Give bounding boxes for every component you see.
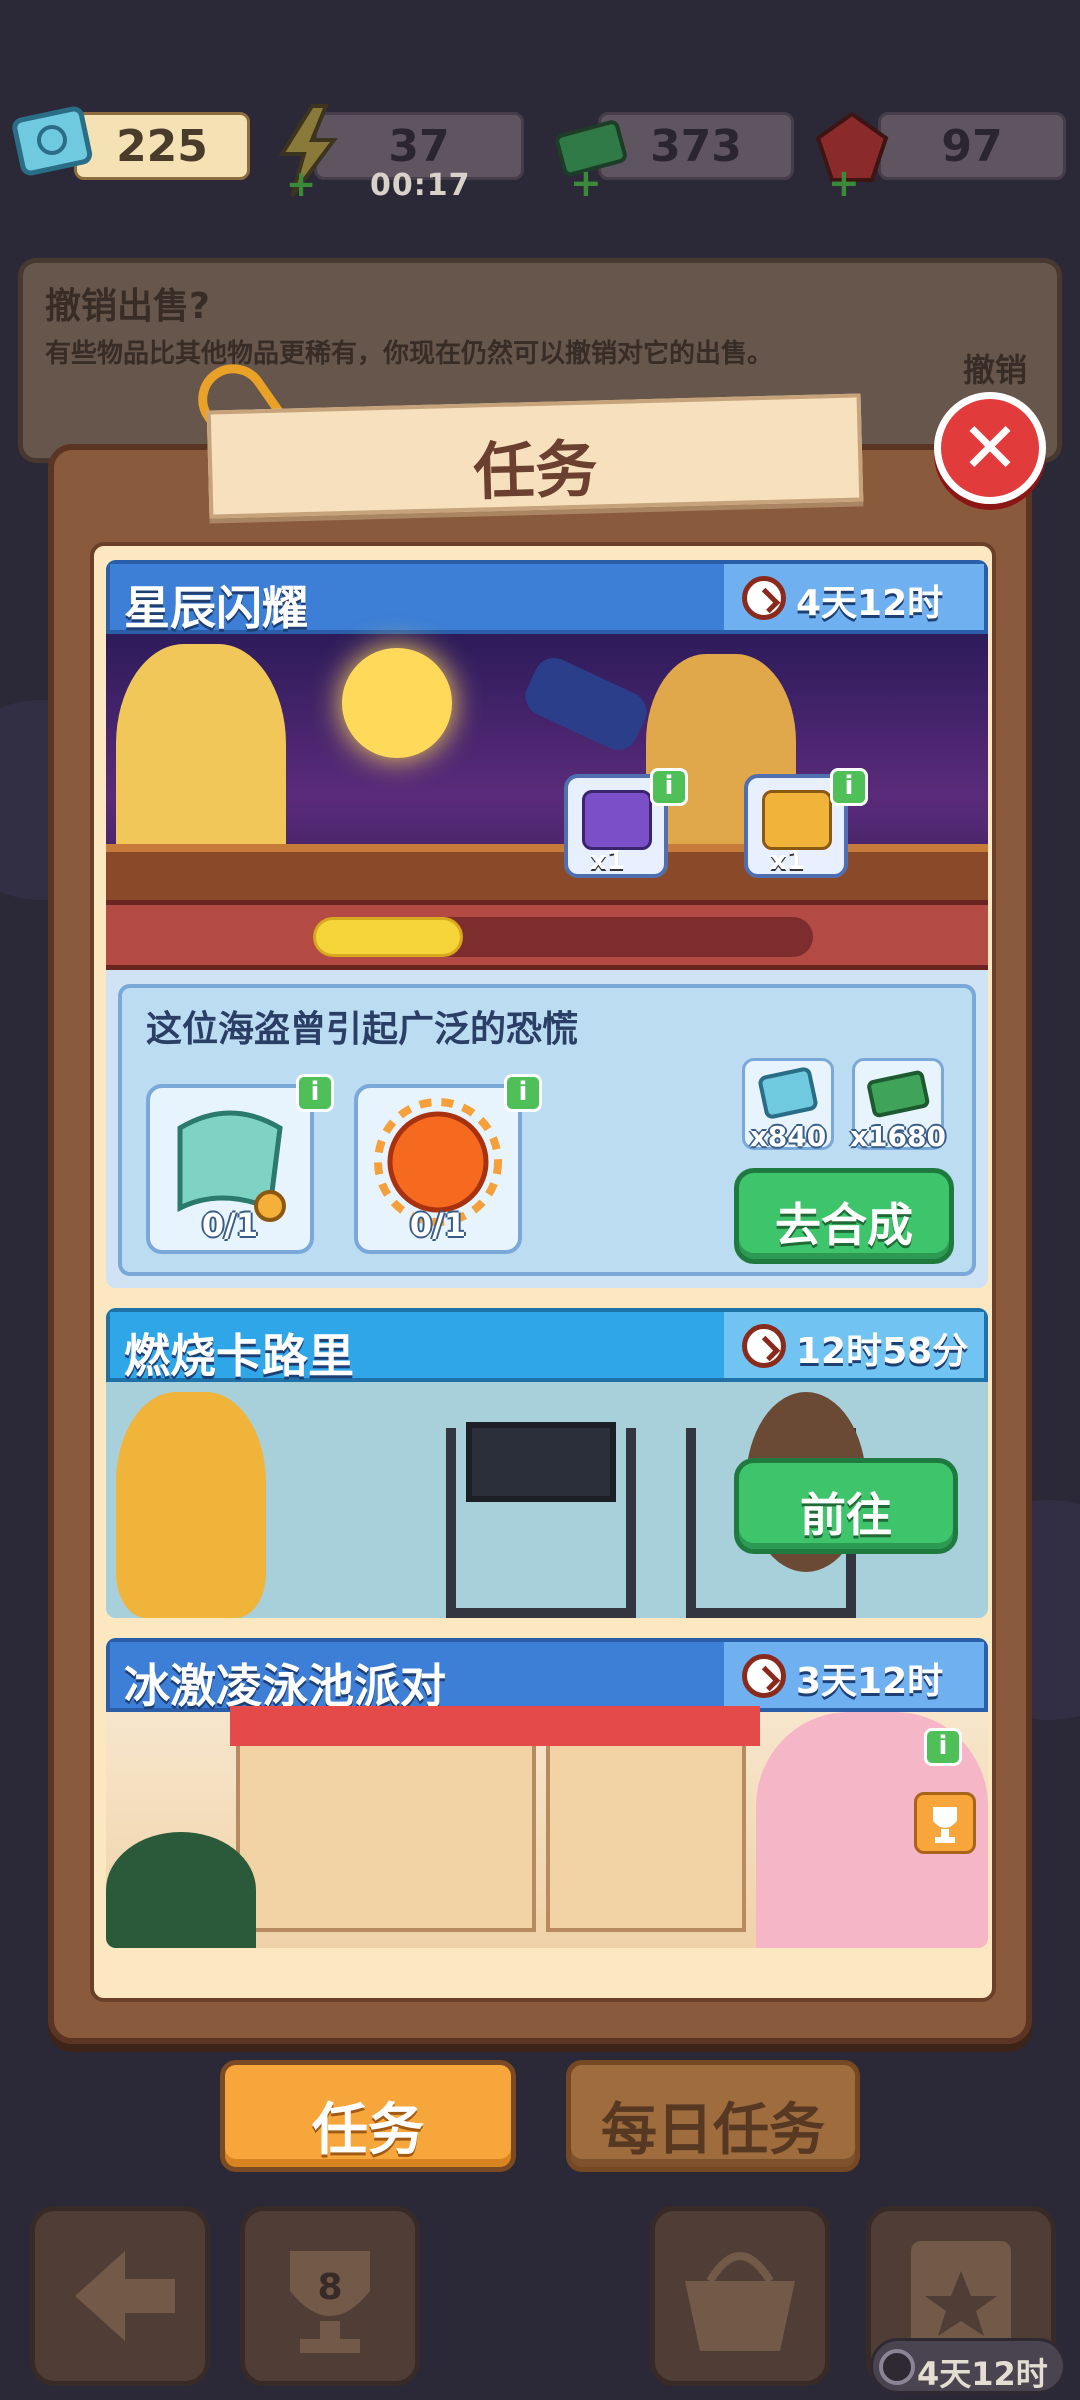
panel-title: 任务: [472, 432, 599, 509]
gold-chest-icon: [762, 790, 832, 850]
clock-icon: [742, 576, 786, 620]
quest-card-starry: 星辰闪耀 4天12时 x1 i x1 i 这位海盗曾引起广泛的恐慌 0/1 i …: [106, 560, 988, 1288]
quest-panel: 星辰闪耀 4天12时 x1 i x1 i 这位海盗曾引起广泛的恐慌 0/1 i …: [48, 444, 1032, 2044]
quest-header: 星辰闪耀 4天12时: [106, 560, 988, 635]
svg-text:+: +: [286, 164, 316, 200]
quest-title: 燃烧卡路里: [124, 1329, 354, 1383]
balcony-rail: [106, 844, 988, 904]
svg-text:+: +: [828, 161, 860, 198]
tickets-counter[interactable]: 225: [74, 112, 250, 180]
info-icon[interactable]: i: [504, 1074, 542, 1112]
dialog-title: 撤销出售?: [45, 286, 210, 327]
tab-quests[interactable]: 任务: [220, 2060, 516, 2172]
quest-timer: 3天12时: [724, 1642, 984, 1708]
mansion-wing-illustration: [540, 1706, 760, 1932]
quest-list[interactable]: 星辰闪耀 4天12时 x1 i x1 i 这位海盗曾引起广泛的恐慌 0/1 i …: [90, 542, 996, 2002]
back-button[interactable]: [30, 2206, 210, 2386]
svg-text:+: +: [570, 161, 602, 198]
energy-timer: 00:17: [370, 168, 471, 203]
quest-objective-box: 这位海盗曾引起广泛的恐慌 0/1 i 0/1 i x840 x1680 去合成: [118, 984, 976, 1276]
objective-item-map[interactable]: 0/1: [146, 1084, 314, 1254]
clock-icon: [879, 2349, 915, 2385]
quest-header: 燃烧卡路里 12时58分: [106, 1308, 988, 1383]
quest-timer: 12时58分: [724, 1312, 984, 1378]
close-icon: ✕: [960, 407, 1020, 489]
arrow-left-icon: [75, 2251, 175, 2341]
plant-illustration: [106, 1832, 256, 1948]
quest-scene-image: x1 i x1 i: [106, 634, 988, 904]
quest-progress-bar: [313, 917, 813, 957]
quest-progress-fill: [313, 917, 463, 957]
gems-counter[interactable]: 97: [878, 112, 1066, 180]
quest-time-left: 12时58分: [796, 1331, 969, 1372]
shop-basket-button[interactable]: [650, 2206, 830, 2386]
quest-timer: 4天12时: [724, 564, 984, 630]
go-merge-button[interactable]: 去合成: [734, 1168, 954, 1264]
quest-card-ice-cream-pool-party: 冰激凌泳池派对 3天12时 i: [106, 1638, 988, 1948]
undo-button[interactable]: 撤销: [963, 345, 1027, 391]
info-icon[interactable]: i: [924, 1728, 962, 1766]
clock-icon: [742, 1324, 786, 1368]
quest-card-burn-calories: 燃烧卡路里 12时58分 前往: [106, 1308, 988, 1618]
tab-daily-quests[interactable]: 每日任务: [566, 2060, 860, 2172]
dialog-description: 有些物品比其他物品更稀有，你现在仍然可以撤销对它的出售。: [45, 339, 774, 369]
moon-illustration: [342, 648, 452, 758]
gem-icon: +: [810, 108, 894, 205]
info-icon[interactable]: i: [830, 768, 868, 806]
lightning-icon: +: [272, 104, 342, 205]
purple-chest-icon: [582, 790, 652, 850]
objective-text: 这位海盗曾引起广泛的恐慌: [146, 1009, 579, 1050]
reward-tickets: x840: [742, 1058, 834, 1153]
info-icon[interactable]: i: [650, 768, 688, 806]
quest-scene-image: i: [106, 1706, 988, 1948]
clock-icon: [742, 1654, 786, 1698]
go-to-button[interactable]: 前往: [734, 1458, 958, 1554]
quest-time-left: 4天12时: [796, 583, 944, 624]
trophy-level: 8: [317, 2267, 343, 2308]
mansion-illustration: [230, 1706, 550, 1932]
info-icon[interactable]: i: [296, 1074, 334, 1112]
treadmill-illustration: [446, 1428, 636, 1618]
crown-character-illustration: [116, 1392, 266, 1618]
quest-progress-frame: [106, 900, 988, 970]
cash-stack-icon: +: [552, 108, 636, 205]
app-screen: { "resources":{"tickets":"225","energy":…: [0, 0, 1080, 2400]
trophy-icon[interactable]: [914, 1792, 976, 1854]
telescope-illustration: [518, 651, 654, 757]
ticket-icon: [12, 100, 96, 180]
basket-icon: [685, 2252, 795, 2351]
trophy-button[interactable]: 8: [240, 2206, 420, 2386]
quest-time-left: 3天12时: [796, 1661, 944, 1702]
quest-title: 星辰闪耀: [124, 581, 308, 635]
close-button[interactable]: ✕: [934, 392, 1046, 504]
panel-title-ribbon: 任务: [206, 393, 864, 519]
quest-header: 冰激凌泳池派对 3天12时: [106, 1638, 988, 1713]
objective-item-sun[interactable]: 0/1: [354, 1084, 522, 1254]
event-timer-badge: 4天12时: [870, 2338, 1066, 2394]
reward-cash: x1680: [850, 1058, 946, 1153]
